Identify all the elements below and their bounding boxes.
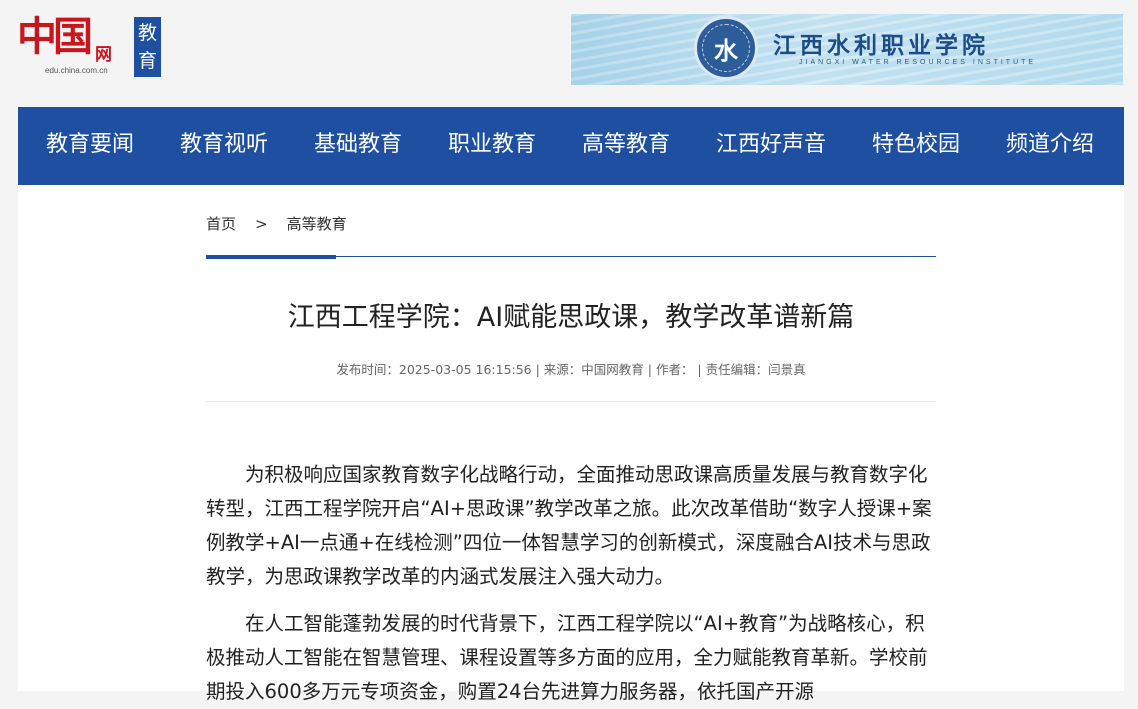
main-navigation: 教育要闻 教育视听 基础教育 职业教育 高等教育 江西好声音 特色校园 频道介绍 (18, 107, 1124, 185)
nav-item-basic-education[interactable]: 基础教育 (314, 107, 402, 185)
article-container: 首页 > 高等教育 江西工程学院：AI赋能思政课，教学改革谱新篇 发布时间：2025… (18, 185, 1124, 703)
institute-name-cn: 江西水利职业学院 (773, 32, 989, 59)
institute-name-en: JIANGXI WATER RESOURCES INSTITUTE (799, 59, 1037, 66)
nav-item-jiangxi-voice[interactable]: 江西好声音 (716, 107, 826, 185)
article-paragraph: 在人工智能蓬勃发展的时代背景下，江西工程学院以“AI+教育”为战略核心，积极推动… (206, 612, 928, 703)
breadcrumb-home-link[interactable]: 首页 (206, 215, 236, 233)
nav-item-education-news[interactable]: 教育要闻 (46, 107, 134, 185)
institute-emblem-icon: 水 (694, 16, 758, 80)
nav-item-channel-intro[interactable]: 频道介绍 (1006, 107, 1094, 185)
nav-item-education-video[interactable]: 教育视听 (180, 107, 268, 185)
logo-chars: 中国 (17, 13, 93, 60)
nav-item-vocational-education[interactable]: 职业教育 (448, 107, 536, 185)
article-title: 江西工程学院：AI赋能思政课，教学改革谱新篇 (287, 302, 855, 333)
nav-item-higher-education[interactable]: 高等教育 (582, 107, 670, 185)
meta-divider (206, 401, 936, 402)
education-badge: 教育 (134, 17, 161, 77)
china-net-education-logo[interactable]: 中国 网 edu.china.com.cn 教育 (17, 14, 163, 78)
nav-item-featured-campus[interactable]: 特色校园 (872, 107, 960, 185)
logo-domain: edu.china.com.cn (45, 66, 108, 75)
article-paragraph: 为积极响应国家教育数字化战略行动，全面推动思政课高质量发展与教育数字化转型，江西… (206, 463, 932, 588)
article-meta: 发布时间：2025-03-05 16:15:56 | 来源：中国网教育 | 作者… (336, 362, 806, 377)
jiangxi-water-institute-banner-ad[interactable]: 水 江西水利职业学院 JIANGXI WATER RESOURCES INSTI… (571, 14, 1123, 85)
breadcrumb-rule-accent (206, 255, 336, 259)
site-header: 中国 网 edu.china.com.cn 教育 水 江西水利职业学院 JIAN… (0, 0, 1138, 107)
breadcrumb-current-link[interactable]: 高等教育 (287, 215, 347, 233)
breadcrumb-separator: > (255, 215, 268, 233)
logo-wang: 网 (95, 45, 112, 65)
breadcrumb: 首页 > 高等教育 (206, 213, 347, 234)
